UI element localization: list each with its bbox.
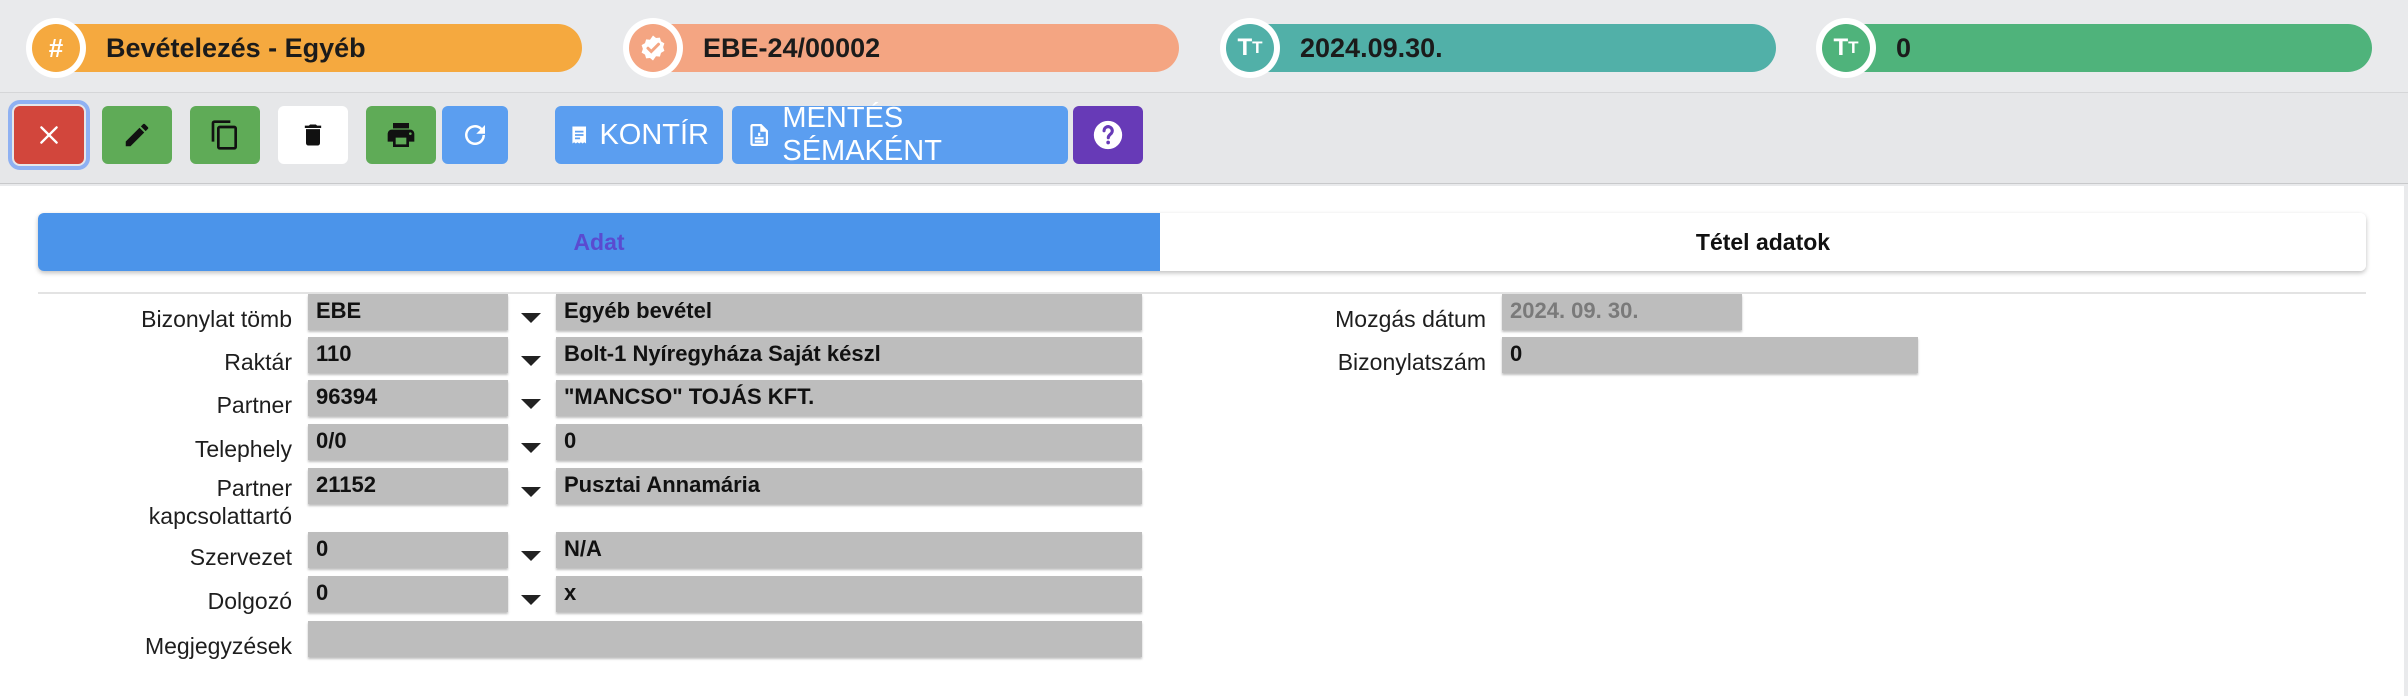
mozgas-datum-label: Mozgás dátum (1335, 306, 1486, 332)
kapcsolattarto-label: Partner kapcsolattartó (60, 474, 292, 530)
mozgas-datum-field[interactable]: 2024. 09. 30. (1502, 294, 1742, 330)
partner-name-field[interactable]: "MANCSO" TOJÁS KFT. (556, 380, 1142, 416)
raktar-name-field[interactable]: Bolt-1 Nyíregyháza Saját készl (556, 337, 1142, 373)
kapcsolattarto-label-line1: Partner (216, 475, 292, 501)
tab-adat-label: Adat (573, 229, 625, 255)
doc-number-text: EBE-24/00002 (703, 33, 881, 63)
doc-number-pill: EBE-24/00002 (623, 18, 1179, 78)
tab-adat[interactable]: Adat (38, 213, 1160, 271)
megjegyzesek-label: Megjegyzések (144, 633, 292, 659)
kapcsolattarto-label-line2: kapcsolattartó (148, 503, 292, 529)
edit-button[interactable] (102, 106, 172, 164)
partner-code-field[interactable]: 96394 (308, 380, 508, 416)
app-window: # Bevételezés - Egyéb EBE-24/00002 TT 20… (0, 0, 2408, 696)
raktar-dropdown-icon[interactable] (521, 356, 541, 366)
save-template-button[interactable]: MENTÉS SÉMAKÉNT (732, 102, 1068, 167)
partner-dropdown-icon[interactable] (521, 399, 541, 409)
status-bar: # Bevételezés - Egyéb EBE-24/00002 TT 20… (18, 18, 2408, 78)
date-text: 2024.09.30. (1300, 33, 1443, 63)
tab-tetel-adatok-label: Tétel adatok (1695, 229, 1831, 255)
kapcsolattarto-name-field[interactable]: Pusztai Annamária (556, 468, 1142, 504)
toolbar: KONTÍR MENTÉS SÉMAKÉNT (0, 92, 2408, 184)
count-pill: TT 0 (1816, 18, 2372, 78)
kapcsolattarto-code-field[interactable]: 21152 (308, 468, 508, 504)
telephely-name-field[interactable]: 0 (556, 424, 1142, 460)
count-text: 0 (1896, 33, 1912, 63)
help-button[interactable] (1073, 106, 1143, 164)
close-button[interactable] (8, 100, 90, 170)
print-button[interactable] (366, 106, 436, 164)
bizonylat-tomb-code-field[interactable]: EBE (308, 294, 508, 330)
bizonylat-tomb-label: Bizonylat tömb (141, 306, 292, 332)
receipt-icon (572, 126, 587, 144)
check-badge-icon (623, 18, 683, 78)
printer-icon (387, 123, 415, 147)
telephely-label: Telephely (194, 436, 292, 462)
dolgozo-name-field[interactable]: x (556, 576, 1142, 612)
help-icon (1093, 120, 1123, 150)
dolgozo-dropdown-icon[interactable] (521, 595, 541, 605)
raktar-code-field[interactable]: 110 (308, 337, 508, 373)
date-pill: TT 2024.09.30. (1220, 18, 1776, 78)
bizonylatszam-label: Bizonylatszám (1337, 349, 1486, 375)
telephely-code-field[interactable]: 0/0 (308, 424, 508, 460)
szervezet-code-field[interactable]: 0 (308, 532, 508, 568)
kontir-label: KONTÍR (599, 118, 709, 151)
pencil-icon (125, 123, 149, 147)
document-save-icon (750, 124, 768, 146)
tab-bar: Adat Tétel adatok (38, 213, 2366, 271)
bizonylat-tomb-dropdown-icon[interactable] (521, 313, 541, 323)
trash-icon (304, 124, 322, 146)
doc-type-pill: # Bevételezés - Egyéb (26, 18, 582, 78)
doc-type-text: Bevételezés - Egyéb (106, 33, 366, 63)
copy-button[interactable] (190, 106, 260, 164)
bizonylat-tomb-name-field[interactable]: Egyéb bevétel (556, 294, 1142, 330)
kapcsolattarto-dropdown-icon[interactable] (521, 487, 541, 497)
bizonylatszam-field[interactable]: 0 (1502, 337, 1918, 373)
refresh-button[interactable] (442, 106, 508, 164)
content-panel: Adat Tétel adatok Bizonylat tömb EBE Egy… (0, 186, 2404, 696)
szervezet-label: Szervezet (189, 544, 292, 570)
hash-icon: # (26, 18, 86, 78)
refresh-icon (465, 125, 485, 145)
text-icon: TT (1220, 18, 1280, 78)
text-icon: TT (1816, 18, 1876, 78)
kontir-button[interactable]: KONTÍR (555, 106, 723, 164)
save-template-label: MENTÉS SÉMAKÉNT (782, 102, 942, 167)
dolgozo-label: Dolgozó (207, 588, 292, 614)
delete-button[interactable] (278, 106, 348, 164)
raktar-label: Raktár (224, 349, 292, 375)
copy-icon (211, 120, 237, 150)
szervezet-dropdown-icon[interactable] (521, 551, 541, 561)
dolgozo-code-field[interactable]: 0 (308, 576, 508, 612)
szervezet-name-field[interactable]: N/A (556, 532, 1142, 568)
partner-label: Partner (216, 392, 292, 418)
megjegyzesek-field[interactable] (308, 621, 1142, 657)
tab-tetel-adatok[interactable]: Tétel adatok (1160, 213, 2366, 271)
telephely-dropdown-icon[interactable] (521, 443, 541, 453)
close-icon (40, 126, 58, 144)
